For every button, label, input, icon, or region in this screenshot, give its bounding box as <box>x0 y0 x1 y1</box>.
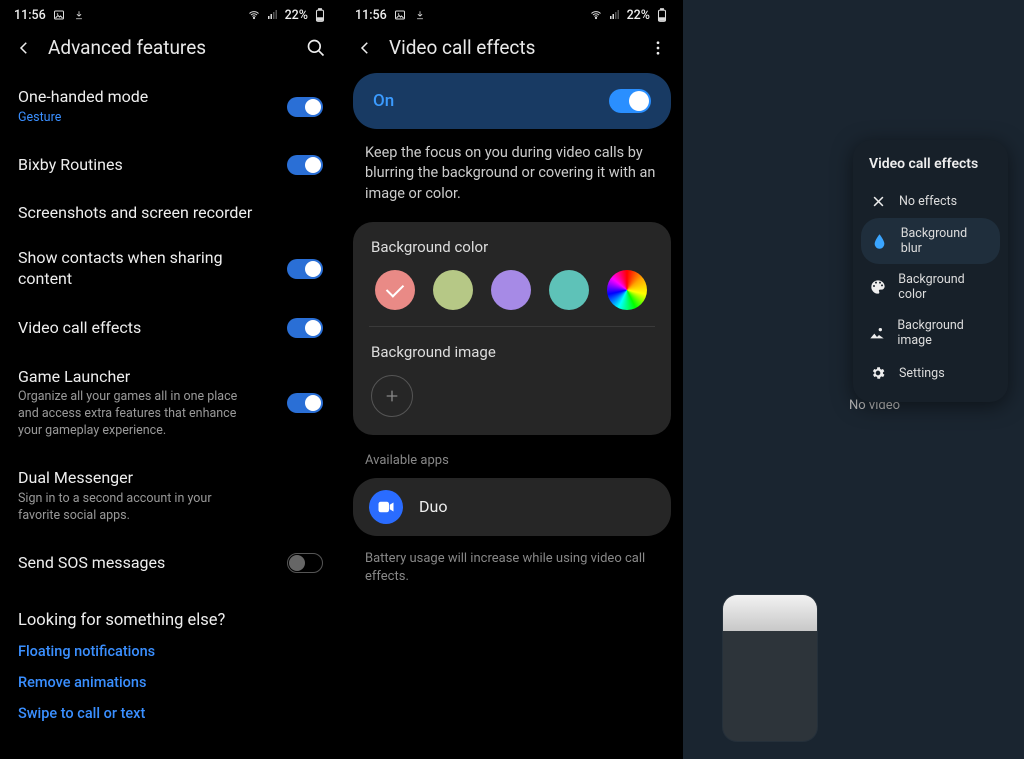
setting-game-launcher[interactable]: Game Launcher Organize all your games al… <box>18 353 323 454</box>
setting-title: Game Launcher <box>18 367 279 388</box>
link-swipe-call-text[interactable]: Swipe to call or text <box>18 698 323 729</box>
thumbnail-header <box>723 595 817 631</box>
image-icon <box>52 8 66 22</box>
setting-title: One-handed mode <box>18 87 279 108</box>
master-toggle-label: On <box>373 91 609 111</box>
image-icon <box>869 324 885 342</box>
battery-icon <box>655 8 669 22</box>
more-icon[interactable] <box>647 37 669 59</box>
signal-icon <box>266 8 280 22</box>
close-icon <box>869 192 887 210</box>
setting-bixby-routines[interactable]: Bixby Routines <box>18 141 323 190</box>
swatch-purple[interactable] <box>491 270 531 310</box>
battery-icon <box>313 8 327 22</box>
download-icon <box>413 8 427 22</box>
popup-item-background-color[interactable]: Background color <box>853 264 1008 310</box>
download-icon <box>72 8 86 22</box>
setting-one-handed-mode[interactable]: One-handed mode Gesture <box>18 73 323 141</box>
link-remove-animations[interactable]: Remove animations <box>18 667 323 698</box>
bg-color-label: Background color <box>371 238 653 256</box>
color-swatches <box>371 270 653 326</box>
setting-sos[interactable]: Send SOS messages <box>18 539 323 588</box>
wifi-icon <box>589 8 603 22</box>
master-toggle-card[interactable]: On <box>353 73 671 129</box>
status-bar: 11:56 22% <box>0 0 341 30</box>
toggle-one-handed[interactable] <box>287 97 323 117</box>
swatch-rainbow[interactable] <box>607 270 647 310</box>
duo-icon <box>369 490 403 524</box>
search-icon[interactable] <box>305 37 327 59</box>
popup-item-label: Background color <box>898 272 992 302</box>
toggle-game-launcher[interactable] <box>287 393 323 413</box>
setting-dual-messenger[interactable]: Dual Messenger Sign in to a second accou… <box>18 454 323 539</box>
self-view-thumbnail[interactable] <box>723 595 817 741</box>
setting-title: Video call effects <box>18 318 279 339</box>
gear-icon <box>869 364 887 382</box>
setting-subtitle: Gesture <box>18 110 248 127</box>
add-image-button[interactable] <box>371 375 413 417</box>
page-title: Advanced features <box>48 36 291 59</box>
header: Advanced features <box>0 30 341 73</box>
popup-item-label: Background blur <box>901 226 990 256</box>
toggle-video-call[interactable] <box>287 318 323 338</box>
status-battery-text: 22% <box>285 8 308 23</box>
status-bar: 11:56 22% <box>341 0 683 30</box>
battery-note: Battery usage will increase while using … <box>341 536 683 600</box>
call-overlay-screen: No video Video call effects No effects B… <box>683 0 1024 759</box>
status-time: 11:56 <box>14 8 46 23</box>
toggle-bixby[interactable] <box>287 155 323 175</box>
image-icon <box>393 8 407 22</box>
available-apps-label: Available apps <box>341 435 683 478</box>
setting-screenshots-recorder[interactable]: Screenshots and screen recorder <box>18 189 323 234</box>
background-card: Background color Background image <box>353 222 671 435</box>
app-duo[interactable]: Duo <box>353 478 671 536</box>
video-call-effects-screen: 11:56 22% Video call effects <box>341 0 683 759</box>
video-effects-popup: Video call effects No effects Background… <box>853 140 1008 402</box>
page-title: Video call effects <box>389 36 633 59</box>
popup-item-settings[interactable]: Settings <box>853 356 1008 390</box>
looking-for-heading: Looking for something else? <box>18 587 323 636</box>
setting-title: Screenshots and screen recorder <box>18 203 323 224</box>
setting-show-contacts[interactable]: Show contacts when sharing content <box>18 234 323 304</box>
setting-title: Send SOS messages <box>18 553 279 574</box>
signal-icon <box>608 8 622 22</box>
header: Video call effects <box>341 30 683 73</box>
status-time: 11:56 <box>355 8 387 23</box>
setting-title: Show contacts when sharing content <box>18 248 279 290</box>
popup-item-background-image[interactable]: Background image <box>853 310 1008 356</box>
bg-image-label: Background image <box>371 343 653 361</box>
setting-subtitle: Sign in to a second account in your favo… <box>18 491 248 525</box>
blur-icon <box>871 232 889 250</box>
toggle-sos[interactable] <box>287 553 323 573</box>
setting-title: Dual Messenger <box>18 468 323 489</box>
popup-item-label: No effects <box>899 194 957 209</box>
wifi-icon <box>247 8 261 22</box>
status-battery-text: 22% <box>627 8 650 23</box>
popup-item-no-effects[interactable]: No effects <box>853 184 1008 218</box>
popup-item-background-blur[interactable]: Background blur <box>861 218 1000 264</box>
setting-subtitle: Organize all your games all in one place… <box>18 389 248 440</box>
back-icon[interactable] <box>355 38 375 58</box>
toggle-contacts[interactable] <box>287 259 323 279</box>
palette-icon <box>869 278 886 296</box>
app-name: Duo <box>419 497 447 516</box>
popup-item-label: Settings <box>899 366 945 381</box>
link-floating-notifications[interactable]: Floating notifications <box>18 636 323 667</box>
advanced-features-screen: 11:56 22% Advanced features <box>0 0 341 759</box>
popup-item-label: Background image <box>897 318 992 348</box>
feature-description: Keep the focus on you during video calls… <box>341 129 683 222</box>
setting-video-call-effects[interactable]: Video call effects <box>18 304 323 353</box>
back-icon[interactable] <box>14 38 34 58</box>
setting-title: Bixby Routines <box>18 155 279 176</box>
swatch-pink[interactable] <box>375 270 415 310</box>
swatch-teal[interactable] <box>549 270 589 310</box>
master-toggle[interactable] <box>609 89 651 113</box>
swatch-olive[interactable] <box>433 270 473 310</box>
popup-title: Video call effects <box>853 154 1008 184</box>
divider <box>369 326 655 327</box>
